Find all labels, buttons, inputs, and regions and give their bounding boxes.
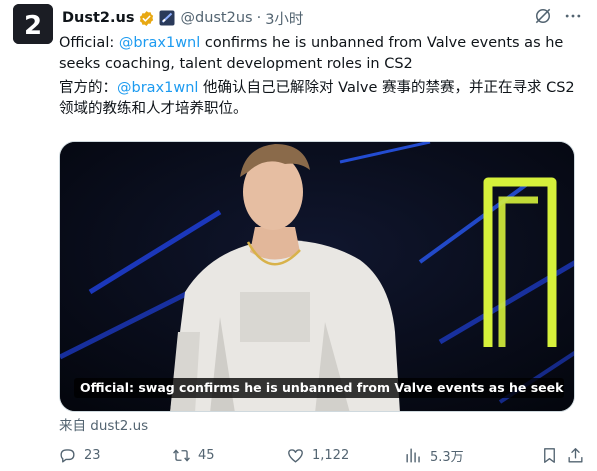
affiliate-badge-icon[interactable] bbox=[159, 10, 175, 26]
retweet-button[interactable]: 45 bbox=[172, 444, 215, 466]
text-prefix-zh: 官方的： bbox=[59, 80, 117, 96]
reply-icon bbox=[60, 448, 75, 463]
timestamp[interactable]: 3小时 bbox=[265, 8, 303, 29]
grok-icon[interactable] bbox=[533, 6, 553, 30]
dust2-logo-icon: 2 bbox=[13, 4, 53, 44]
verified-badge-icon[interactable] bbox=[138, 10, 155, 27]
text-prefix: Official: bbox=[59, 35, 119, 51]
tweet-header: Dust2.us @dust2us · 3小时 bbox=[62, 8, 303, 28]
media-caption: Official: swag confirms he is unbanned f… bbox=[74, 378, 564, 398]
display-name[interactable]: Dust2.us bbox=[62, 10, 134, 26]
photo-scene bbox=[60, 142, 574, 411]
views-count: 5.3万 bbox=[430, 449, 464, 465]
top-actions bbox=[533, 6, 583, 30]
like-button[interactable]: 1,122 bbox=[286, 444, 349, 466]
reply-button[interactable]: 23 bbox=[58, 444, 101, 466]
bookmark-icon bbox=[544, 447, 555, 463]
tweet-text-chinese: 官方的：@brax1wnl 他确认自己已解除对 Valve 赛事的禁赛，并正在寻… bbox=[59, 78, 579, 120]
share-button[interactable] bbox=[566, 444, 585, 466]
svg-text:2: 2 bbox=[24, 11, 42, 41]
heart-icon bbox=[288, 448, 303, 463]
handle[interactable]: @dust2us bbox=[180, 10, 252, 26]
views-button[interactable]: 5.3万 bbox=[404, 444, 464, 466]
action-bar: 23 45 1,122 5.3万 bbox=[58, 444, 588, 466]
separator-dot: · bbox=[256, 10, 262, 26]
source-link[interactable]: 来自 dust2.us bbox=[59, 414, 148, 434]
media-image[interactable]: Official: swag confirms he is unbanned f… bbox=[59, 141, 575, 412]
retweet-count: 45 bbox=[198, 447, 215, 463]
retweet-icon bbox=[173, 448, 190, 462]
views-chart-icon bbox=[406, 447, 420, 463]
share-icon bbox=[568, 447, 583, 463]
like-count: 1,122 bbox=[312, 447, 350, 463]
tweet-text-english: Official: @brax1wnl confirms he is unban… bbox=[59, 33, 579, 75]
mention-link-zh[interactable]: @brax1wnl bbox=[117, 80, 198, 96]
reply-count: 23 bbox=[84, 447, 101, 463]
mention-link[interactable]: @brax1wnl bbox=[119, 35, 200, 51]
bookmark-button[interactable] bbox=[540, 444, 559, 466]
tweet-card[interactable]: 2 Dust2.us @dust2us · 3小时 Official: @bra… bbox=[0, 0, 597, 471]
more-options-icon[interactable] bbox=[563, 6, 583, 30]
avatar[interactable]: 2 bbox=[13, 4, 53, 44]
